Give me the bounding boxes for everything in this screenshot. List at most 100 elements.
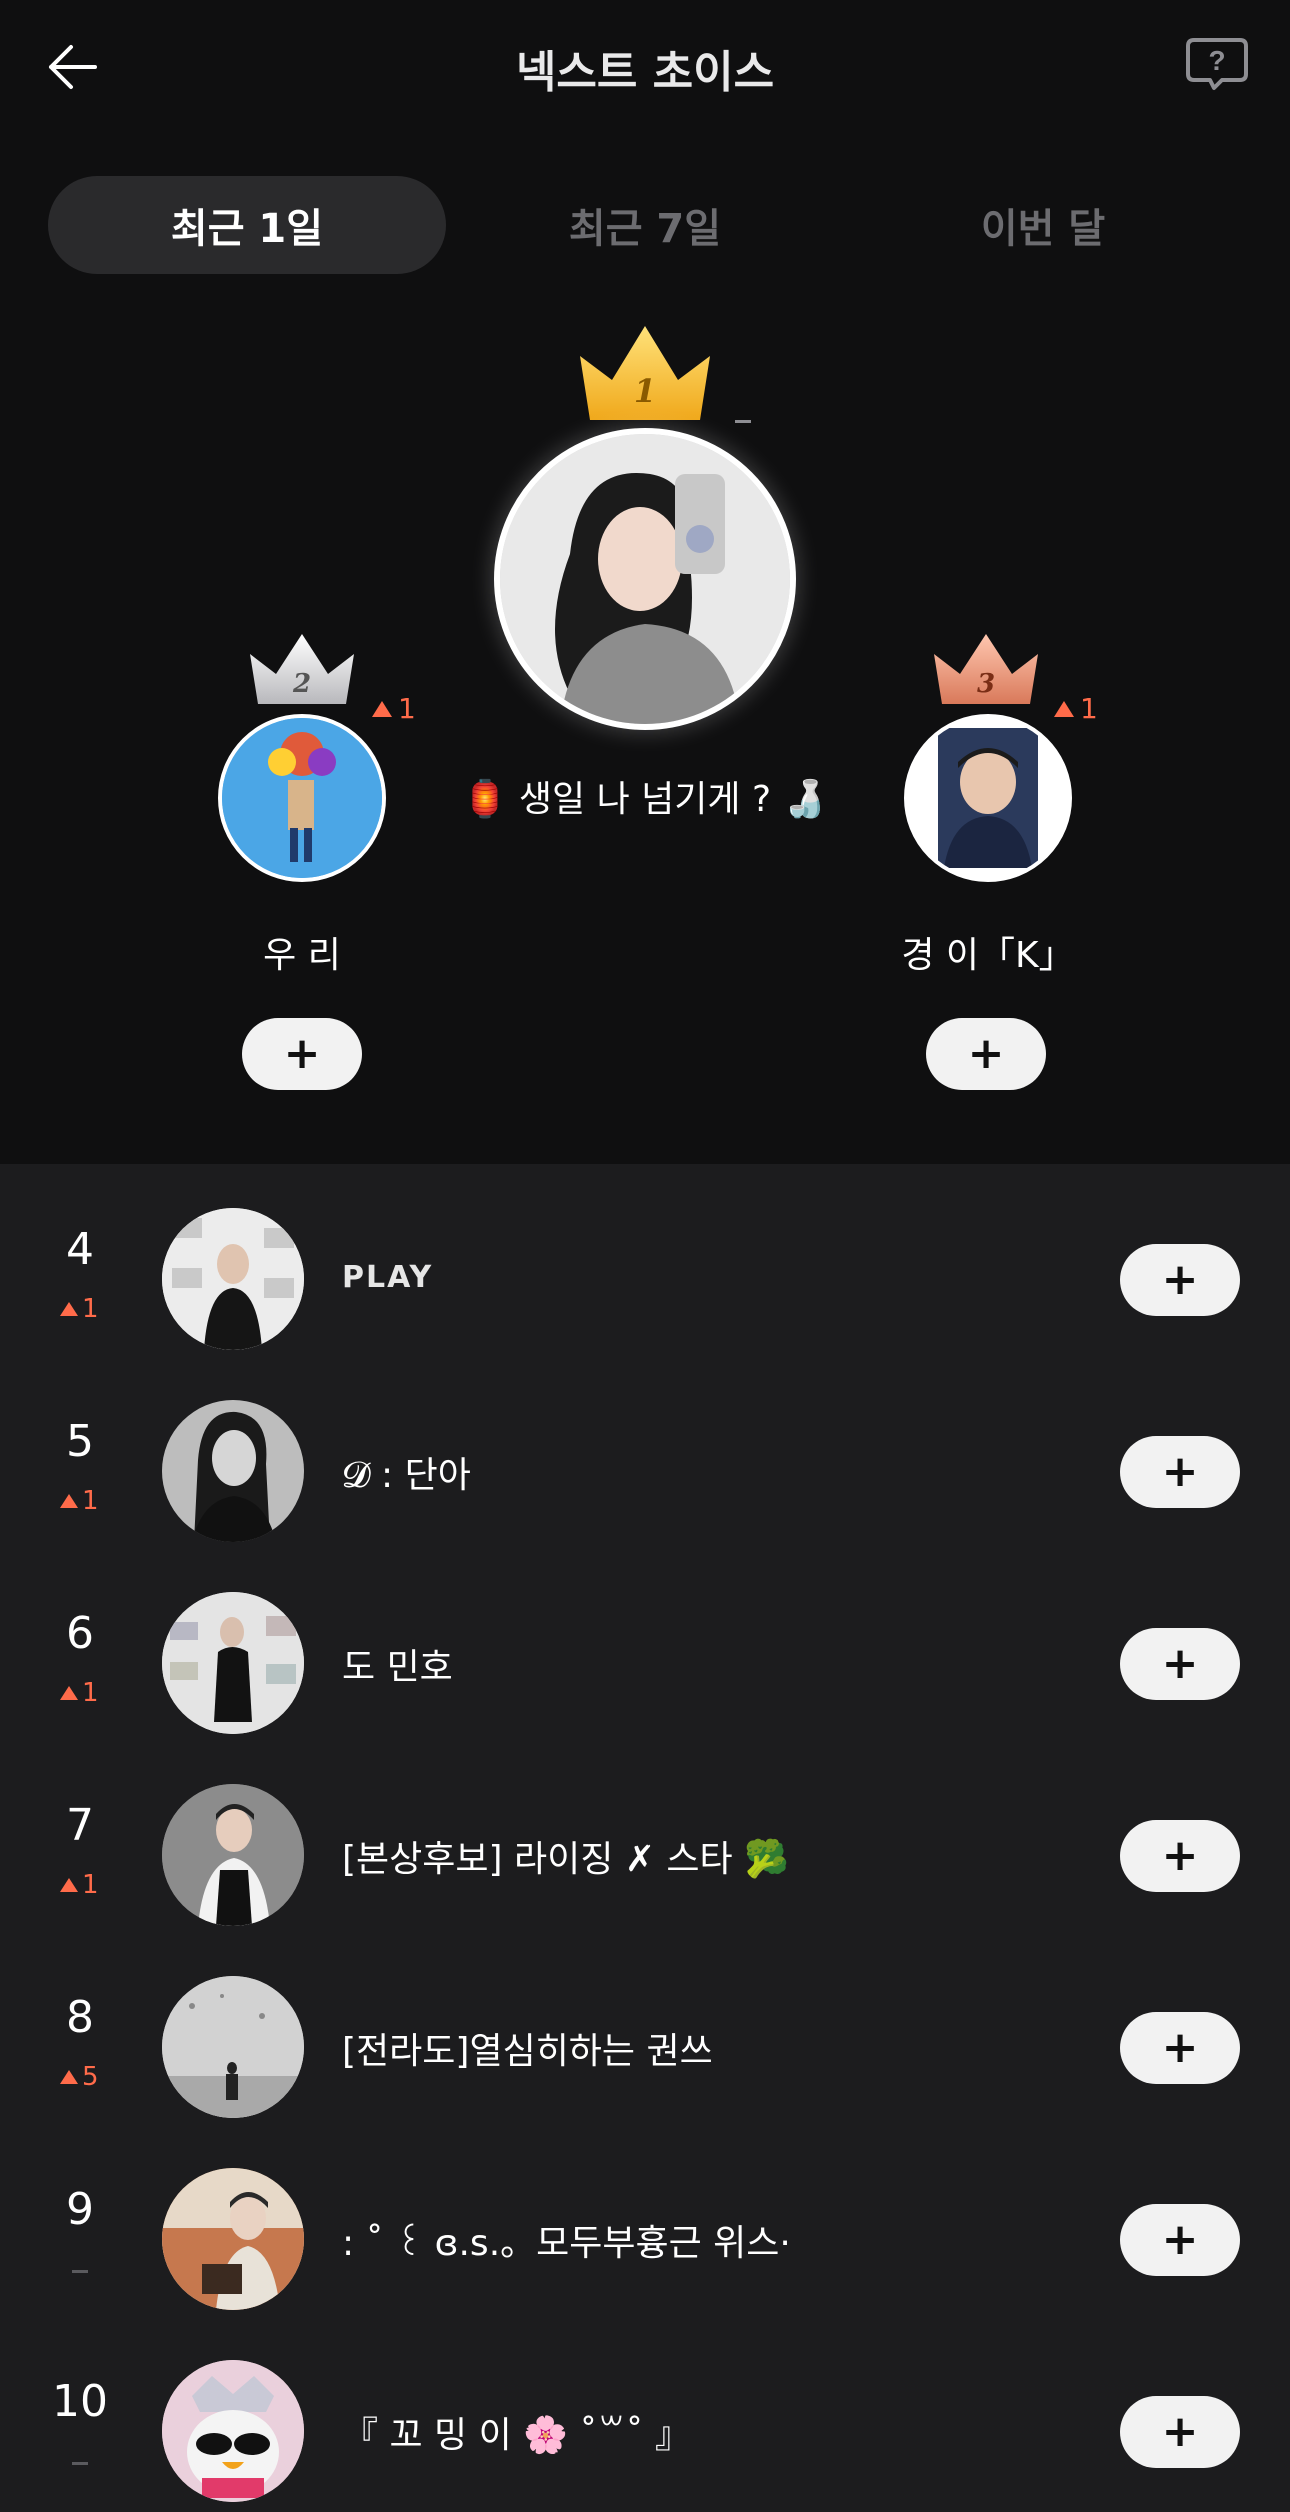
no-change-dash: [72, 2270, 88, 2273]
profile-photo: [162, 2360, 304, 2502]
up-arrow-icon: [1054, 700, 1074, 717]
follow-button-third[interactable]: +: [926, 1018, 1046, 1090]
user-name: [본상후보] 라이징 ✗ 스타 🥦: [342, 1839, 789, 1880]
no-change-dash: [72, 2462, 88, 2465]
profile-photo: [162, 2168, 304, 2310]
rank-number: 8: [66, 1992, 94, 2043]
list-item[interactable]: 7 1 [본상후보] 라이징 ✗ 스타 🥦 +: [0, 1760, 1290, 1952]
list-item[interactable]: 9 : ˚ ꒰ ɞ.s.。모두부흉근 위스· +: [0, 2144, 1290, 2336]
second-rank-number: 2: [292, 669, 311, 699]
third-avatar[interactable]: [904, 714, 1072, 882]
third-change-value: 1: [1080, 692, 1098, 725]
follow-button[interactable]: +: [1120, 1244, 1240, 1316]
follow-button-second[interactable]: +: [242, 1018, 362, 1090]
plus-icon: +: [283, 1028, 321, 1079]
change-value: 1: [82, 1486, 99, 1516]
profile-photo: [162, 1208, 304, 1350]
up-arrow-icon: [60, 1302, 78, 1316]
plus-icon: +: [1161, 1638, 1199, 1689]
list-item[interactable]: 8 5 [전라도]열심히하는 권쓰 +: [0, 1952, 1290, 2144]
first-avatar[interactable]: [494, 428, 796, 730]
list-item[interactable]: 4 1 PLAY +: [0, 1184, 1290, 1376]
profile-photo: [162, 1976, 304, 2118]
tab-this-month[interactable]: 이번 달: [844, 176, 1242, 274]
change-value: 1: [82, 1678, 99, 1708]
help-bubble-icon: ?: [1186, 38, 1248, 90]
profile-photo: [162, 1400, 304, 1542]
list-item[interactable]: 6 1 도 민호 +: [0, 1568, 1290, 1760]
follow-button[interactable]: +: [1120, 2012, 1240, 2084]
avatar[interactable]: [162, 2168, 304, 2310]
up-arrow-icon: [60, 1494, 78, 1508]
profile-photo: [162, 1592, 304, 1734]
profile-photo: [500, 434, 790, 724]
period-tabs: 최근 1일 최근 7일 이번 달: [48, 176, 1242, 274]
profile-photo: [222, 718, 382, 878]
rank-change: 1: [60, 1486, 99, 1516]
up-arrow-icon: [372, 700, 392, 717]
help-button[interactable]: ?: [1184, 34, 1254, 104]
profile-photo: [908, 718, 1068, 878]
third-name: 경 이「K」: [901, 935, 1075, 976]
ranking-list: 4 1 PLAY + 5 1 𝓓: 단아 + 6 1 도 민호 + 7 1 […: [0, 1164, 1290, 2512]
avatar[interactable]: [162, 2360, 304, 2502]
plus-icon: +: [1161, 1446, 1199, 1497]
rank-number: 5: [66, 1416, 94, 1467]
first-rank-number: 1: [634, 372, 656, 410]
rank-change: 1: [60, 1678, 99, 1708]
plus-icon: +: [1161, 1830, 1199, 1881]
rank-number: 7: [66, 1800, 94, 1851]
user-name: 도 민호: [342, 1647, 453, 1688]
second-avatar[interactable]: [218, 714, 386, 882]
follow-button[interactable]: +: [1120, 2396, 1240, 2468]
tab-recent-7-days[interactable]: 최근 7일: [446, 176, 844, 274]
follow-button[interactable]: +: [1120, 2204, 1240, 2276]
plus-icon: +: [1161, 1254, 1199, 1305]
svg-text:?: ?: [1208, 45, 1225, 76]
profile-photo: [162, 1784, 304, 1926]
up-arrow-icon: [60, 1878, 78, 1892]
rank-number: 9: [66, 2184, 94, 2235]
user-name: PLAY: [342, 1260, 434, 1295]
follow-button[interactable]: +: [1120, 1628, 1240, 1700]
change-value: 5: [82, 2062, 99, 2092]
user-name: 𝓓 : 단아: [342, 1455, 471, 1496]
second-name: 우 리: [263, 935, 341, 976]
up-arrow-icon: [60, 1686, 78, 1700]
bronze-crown-icon: 3: [934, 634, 1038, 704]
rank-number: 6: [66, 1608, 94, 1659]
plus-icon: +: [1161, 2406, 1199, 2457]
up-arrow-icon: [60, 2070, 78, 2084]
avatar[interactable]: [162, 1976, 304, 2118]
list-item[interactable]: 5 1 𝓓 : 단아 +: [0, 1376, 1290, 1568]
user-name: : ˚ ꒰ ɞ.s.。모두부흉근 위스·: [342, 2223, 791, 2264]
rank-change: 5: [60, 2062, 99, 2092]
rank-change: 1: [60, 1294, 99, 1324]
plus-icon: +: [1161, 2022, 1199, 2073]
ranking-page: 넥스트 초이스 ? 최근 1일 최근 7일 이번 달 1 🏮 생일 나 넘기게 …: [0, 0, 1290, 2512]
tab-recent-1-day[interactable]: 최근 1일: [48, 176, 446, 274]
third-rank-number: 3: [977, 669, 995, 699]
follow-button[interactable]: +: [1120, 1436, 1240, 1508]
change-value: 1: [82, 1870, 99, 1900]
gold-crown-icon: 1: [580, 326, 710, 420]
avatar[interactable]: [162, 1208, 304, 1350]
list-item[interactable]: 10 『 꼬 밍 이 🌸 ˚꒳˚ 』 +: [0, 2336, 1290, 2512]
avatar[interactable]: [162, 1592, 304, 1734]
second-rank-change: 1: [372, 692, 416, 725]
plus-icon: +: [967, 1028, 1005, 1079]
first-name: 🏮 생일 나 넘기게 ? 🍶: [462, 779, 828, 820]
second-change-value: 1: [398, 692, 416, 725]
plus-icon: +: [1161, 2214, 1199, 2265]
first-no-change: [735, 420, 751, 423]
page-title: 넥스트 초이스: [515, 47, 775, 98]
silver-crown-icon: 2: [250, 634, 354, 704]
rank-number: 4: [66, 1224, 94, 1275]
third-rank-change: 1: [1054, 692, 1098, 725]
podium: 1 🏮 생일 나 넘기게 ? 🍶 2 1 우 리 + 3 1 경 이「K」 +: [0, 300, 1290, 1162]
follow-button[interactable]: +: [1120, 1820, 1240, 1892]
header: 넥스트 초이스 ?: [0, 0, 1290, 140]
user-name: 『 꼬 밍 이 🌸 ˚꒳˚ 』: [342, 2415, 691, 2456]
avatar[interactable]: [162, 1400, 304, 1542]
avatar[interactable]: [162, 1784, 304, 1926]
